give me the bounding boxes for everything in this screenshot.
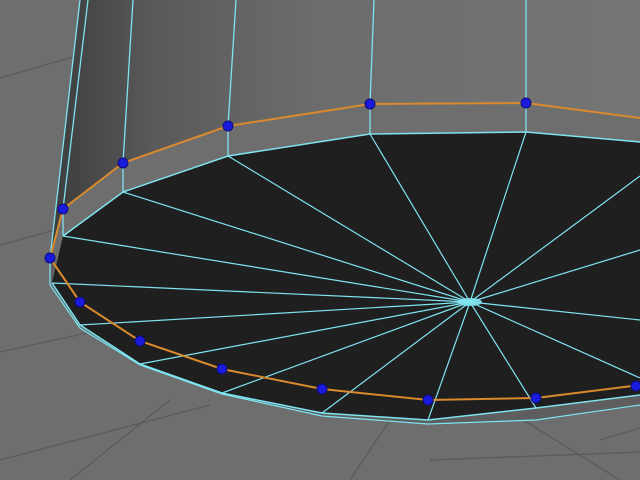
viewport-canvas[interactable] [0, 0, 640, 480]
vertex-dot-icon[interactable] [44, 252, 56, 264]
vertex-dot-icon[interactable] [134, 335, 146, 347]
vertex-dot-icon[interactable] [530, 392, 542, 404]
vertex-dot-icon[interactable] [222, 120, 234, 132]
vertex-dot-icon[interactable] [364, 98, 376, 110]
vertex-dot-icon[interactable] [630, 380, 640, 392]
vertex-dot-icon[interactable] [422, 394, 434, 406]
vertex-dot-icon[interactable] [316, 383, 328, 395]
vertex-dot-icon[interactable] [74, 296, 86, 308]
cap-center-vertex[interactable] [458, 298, 482, 306]
vertex-dot-icon[interactable] [216, 363, 228, 375]
vertex-dot-icon[interactable] [520, 97, 532, 109]
vertex-dot-icon[interactable] [57, 203, 69, 215]
cylinder-cap-face[interactable] [52, 132, 640, 420]
3d-viewport[interactable] [0, 0, 640, 480]
vertex-dot-icon[interactable] [117, 157, 129, 169]
